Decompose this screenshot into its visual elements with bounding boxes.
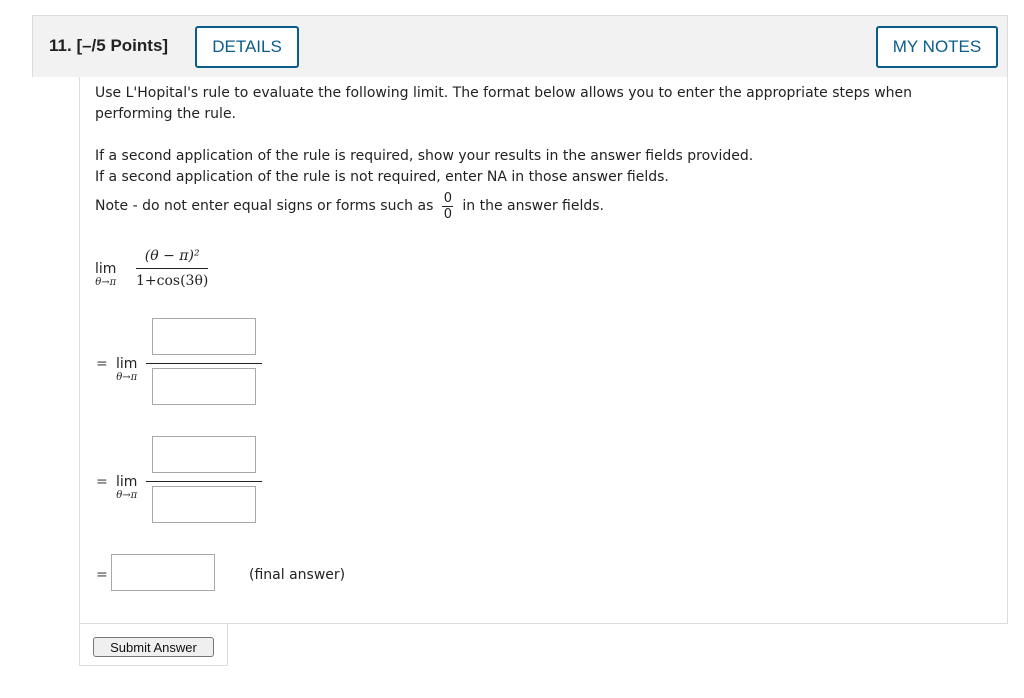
question-body: Use L'Hopital's rule to evaluate the fol… — [79, 77, 1008, 624]
step1-numerator-input[interactable] — [152, 318, 256, 355]
submit-answer-button[interactable]: Submit Answer — [93, 637, 214, 657]
step2-denominator-input[interactable] — [152, 486, 256, 523]
note-text-after: in the answer fields. — [462, 198, 604, 214]
lim-label: lim — [116, 356, 138, 372]
question-points: [–/5 Points] — [76, 36, 169, 55]
my-notes-button[interactable]: MY NOTES — [876, 26, 998, 68]
instruction-second-required: If a second application of the rule is r… — [95, 148, 754, 164]
lim-subscript: θ→π — [116, 490, 138, 501]
limit-expression: (θ − π)² 1+cos(3θ) — [136, 247, 209, 290]
fraction-bar — [136, 268, 209, 269]
limit-operator: lim θ→π — [116, 474, 137, 502]
question-title: 11. [–/5 Points] — [49, 36, 168, 56]
final-answer-input[interactable] — [111, 554, 215, 591]
instruction-second-not-required: If a second application of the rule is n… — [95, 169, 669, 185]
note-text-before: Note - do not enter equal signs or forms… — [95, 198, 434, 214]
instruction-text: Use L'Hopital's rule to evaluate the fol… — [95, 85, 913, 122]
step1-denominator-input[interactable] — [152, 368, 256, 405]
fraction-bar — [146, 481, 262, 482]
inline-fraction-numerator: 0 — [443, 191, 453, 206]
lim-subscript: θ→π — [95, 277, 117, 288]
final-answer-label: (final answer) — [249, 567, 346, 583]
expression-denominator: 1+cos(3θ) — [136, 273, 209, 289]
step2-numerator-input[interactable] — [152, 436, 256, 473]
fraction-bar — [146, 363, 262, 364]
inline-fraction-denominator: 0 — [443, 207, 453, 222]
lim-label: lim — [116, 474, 138, 490]
expression-numerator: (θ − π)² — [144, 248, 200, 264]
instruction-note: Note - do not enter equal signs or forms… — [95, 191, 604, 222]
lim-subscript: θ→π — [116, 372, 138, 383]
zero-over-zero-form: 0 0 — [442, 191, 454, 222]
submit-area: Submit Answer — [79, 624, 228, 666]
limit-operator: lim θ→π — [116, 356, 137, 384]
lim-label: lim — [95, 261, 117, 277]
question-header: 11. [–/5 Points] DETAILS MY NOTES — [32, 15, 1008, 77]
equals-sign: = — [96, 356, 108, 372]
equals-sign: = — [96, 474, 108, 490]
details-button[interactable]: DETAILS — [195, 26, 299, 68]
limit-operator: lim θ→π — [95, 261, 116, 289]
question-number: 11. — [49, 36, 72, 55]
equals-sign: = — [96, 567, 108, 583]
